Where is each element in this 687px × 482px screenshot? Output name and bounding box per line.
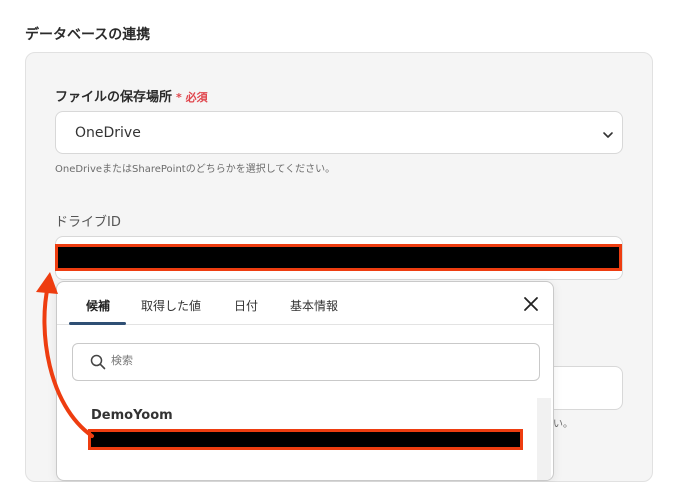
annotation-arrow: [36, 272, 94, 438]
